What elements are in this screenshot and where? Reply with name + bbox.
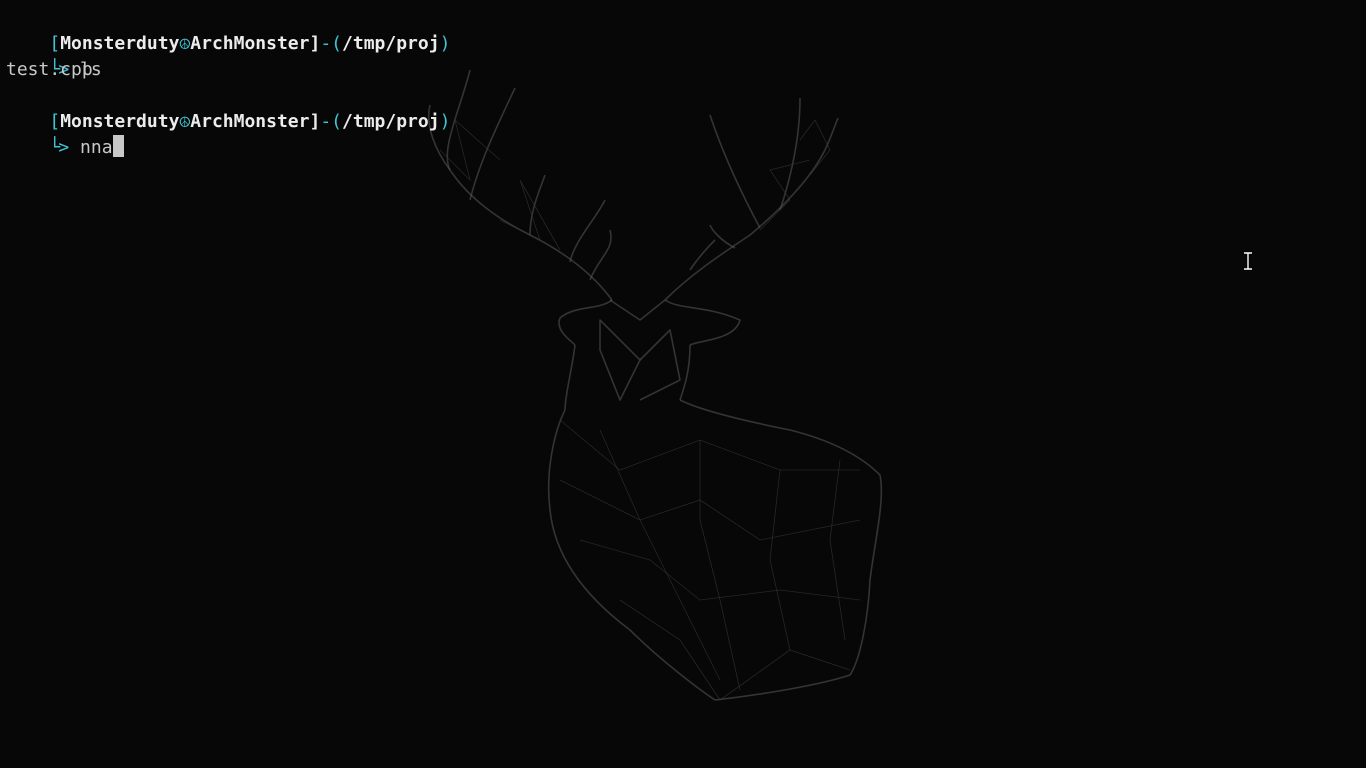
prompt-line-1: [Monsterduty☮ArchMonster]-(/tmp/proj) — [6, 5, 1366, 54]
command-input[interactable]: nna — [80, 137, 113, 158]
terminal-output[interactable]: [Monsterduty☮ArchMonster]-(/tmp/proj) └>… — [6, 5, 1366, 768]
text-cursor — [112, 135, 124, 157]
command-line-1: └> ls — [6, 31, 1366, 80]
tree-corner-icon: └ — [49, 137, 61, 158]
command-line-2[interactable]: └> nna — [6, 109, 1366, 158]
prompt-line-2: [Monsterduty☮ArchMonster]-(/tmp/proj) — [6, 83, 1366, 132]
ibeam-cursor-icon — [1244, 252, 1252, 270]
command-output-line: test.cpp — [6, 59, 93, 80]
prompt-arrow: > — [58, 137, 81, 158]
